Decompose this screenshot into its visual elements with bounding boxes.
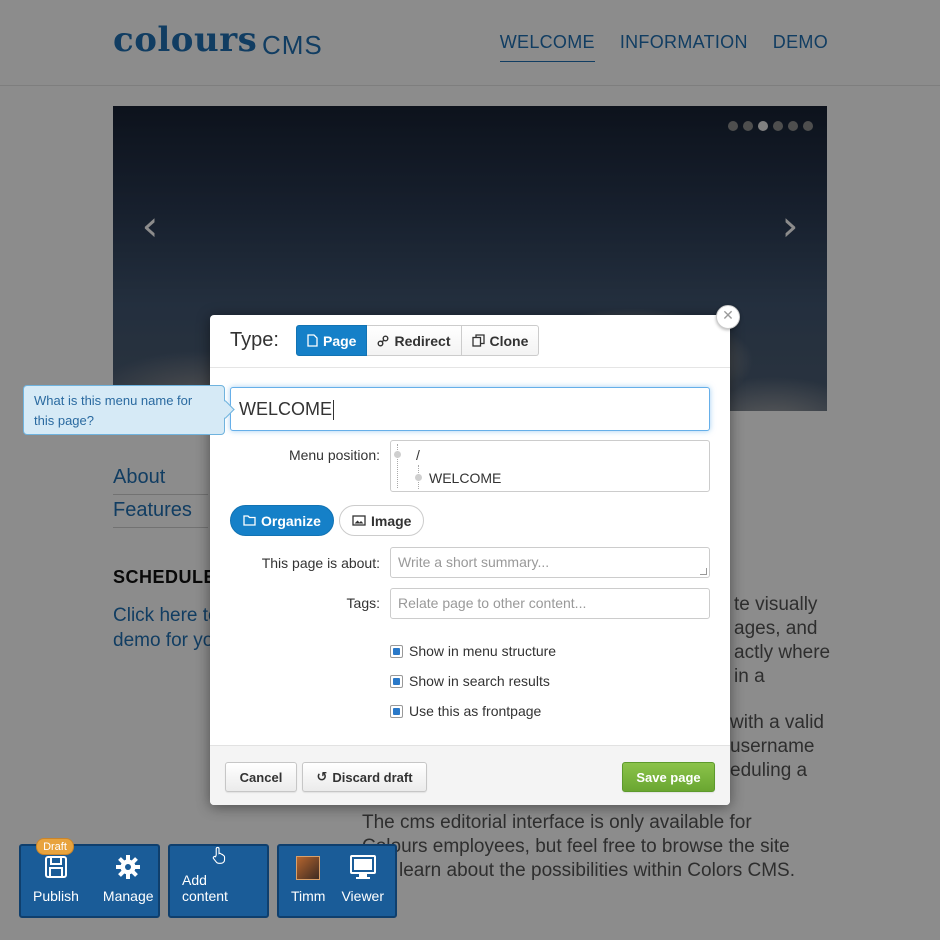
type-label: Type: [230, 329, 279, 351]
viewer-button[interactable]: Viewer [333, 846, 394, 916]
undo-icon: ↺ [316, 769, 328, 785]
page-icon [307, 334, 318, 347]
page-edit-modal: Type: Page Redirect Clone WELCOME Menu p… [210, 315, 730, 805]
manage-label: Manage [102, 888, 154, 904]
viewer-label: Viewer [341, 888, 385, 904]
type-clone-label: Clone [489, 332, 529, 349]
link-icon [377, 335, 389, 346]
tree-item-welcome[interactable]: WELCOME [429, 470, 501, 486]
resize-grip-icon[interactable] [700, 568, 707, 575]
tags-label: Tags: [346, 595, 380, 611]
close-icon[interactable]: ✕ [716, 305, 740, 329]
checkbox-show-in-menu[interactable]: Show in menu structure [390, 643, 556, 659]
type-redirect-label: Redirect [394, 332, 451, 349]
type-clone-button[interactable]: Clone [461, 325, 540, 356]
tree-root[interactable]: / [416, 447, 420, 463]
tree-node-icon [415, 474, 422, 481]
checkbox-label: Show in search results [409, 673, 550, 689]
image-tab-label: Image [371, 512, 412, 529]
image-tab[interactable]: Image [339, 505, 425, 536]
hand-pointer-icon [212, 846, 225, 864]
manage-button[interactable]: Manage [91, 846, 166, 916]
menu-name-input[interactable]: WELCOME [230, 387, 710, 431]
text-caret [333, 400, 335, 421]
save-icon [44, 856, 67, 878]
checkbox-checked[interactable] [390, 674, 403, 688]
type-redirect-button[interactable]: Redirect [367, 325, 462, 356]
about-label: This page is about: [261, 555, 380, 571]
discard-draft-button[interactable]: ↺ Discard draft [302, 762, 427, 792]
publish-button[interactable]: Publish [21, 846, 91, 916]
about-textarea[interactable]: Write a short summary... [390, 547, 710, 578]
toolbar-group-page: Publish Manage [19, 844, 160, 918]
checkbox-checked[interactable] [390, 644, 403, 658]
user-label: Timm [291, 888, 326, 904]
clone-icon [471, 334, 485, 347]
checkbox-frontpage[interactable]: Use this as frontpage [390, 703, 541, 719]
type-page-button[interactable]: Page [296, 325, 368, 356]
modal-header: Type: Page Redirect Clone [210, 315, 730, 368]
gear-icon [116, 855, 141, 879]
tags-placeholder: Relate page to other content... [398, 595, 587, 611]
add-content-button[interactable]: Add content [170, 846, 267, 916]
toolbar-group-user: Timm Viewer [277, 844, 397, 918]
discard-draft-label: Discard draft [332, 769, 413, 785]
organize-tab[interactable]: Organize [230, 505, 334, 536]
modal-footer: Cancel ↺ Discard draft Save page [210, 745, 730, 805]
menu-name-value: WELCOME [239, 399, 333, 419]
type-selector: Page Redirect Clone [296, 325, 540, 356]
organize-tab-label: Organize [261, 512, 321, 529]
checkbox-checked[interactable] [390, 704, 403, 718]
user-button[interactable]: Timm [279, 846, 333, 916]
menu-position-label: Menu position: [288, 447, 380, 463]
image-icon [352, 515, 366, 526]
help-tooltip: What is this menu name for this page? [23, 385, 225, 435]
folder-icon [243, 515, 256, 526]
add-content-label: Add content [182, 872, 228, 904]
draft-badge: Draft [36, 838, 74, 855]
cancel-button[interactable]: Cancel [225, 762, 297, 792]
checkbox-show-in-search[interactable]: Show in search results [390, 673, 550, 689]
publish-label: Publish [33, 888, 79, 904]
toolbar-group-content: Add content [168, 844, 269, 918]
avatar [296, 856, 321, 880]
menu-position-tree[interactable]: / WELCOME [390, 440, 710, 492]
save-page-button[interactable]: Save page [622, 762, 715, 792]
checkbox-label: Use this as frontpage [409, 703, 542, 719]
type-page-label: Page [323, 332, 357, 349]
tags-input[interactable]: Relate page to other content... [390, 588, 710, 619]
monitor-icon [349, 855, 376, 879]
tree-node-icon [394, 451, 401, 458]
about-placeholder: Write a short summary... [398, 554, 550, 570]
checkbox-label: Show in menu structure [409, 643, 557, 659]
